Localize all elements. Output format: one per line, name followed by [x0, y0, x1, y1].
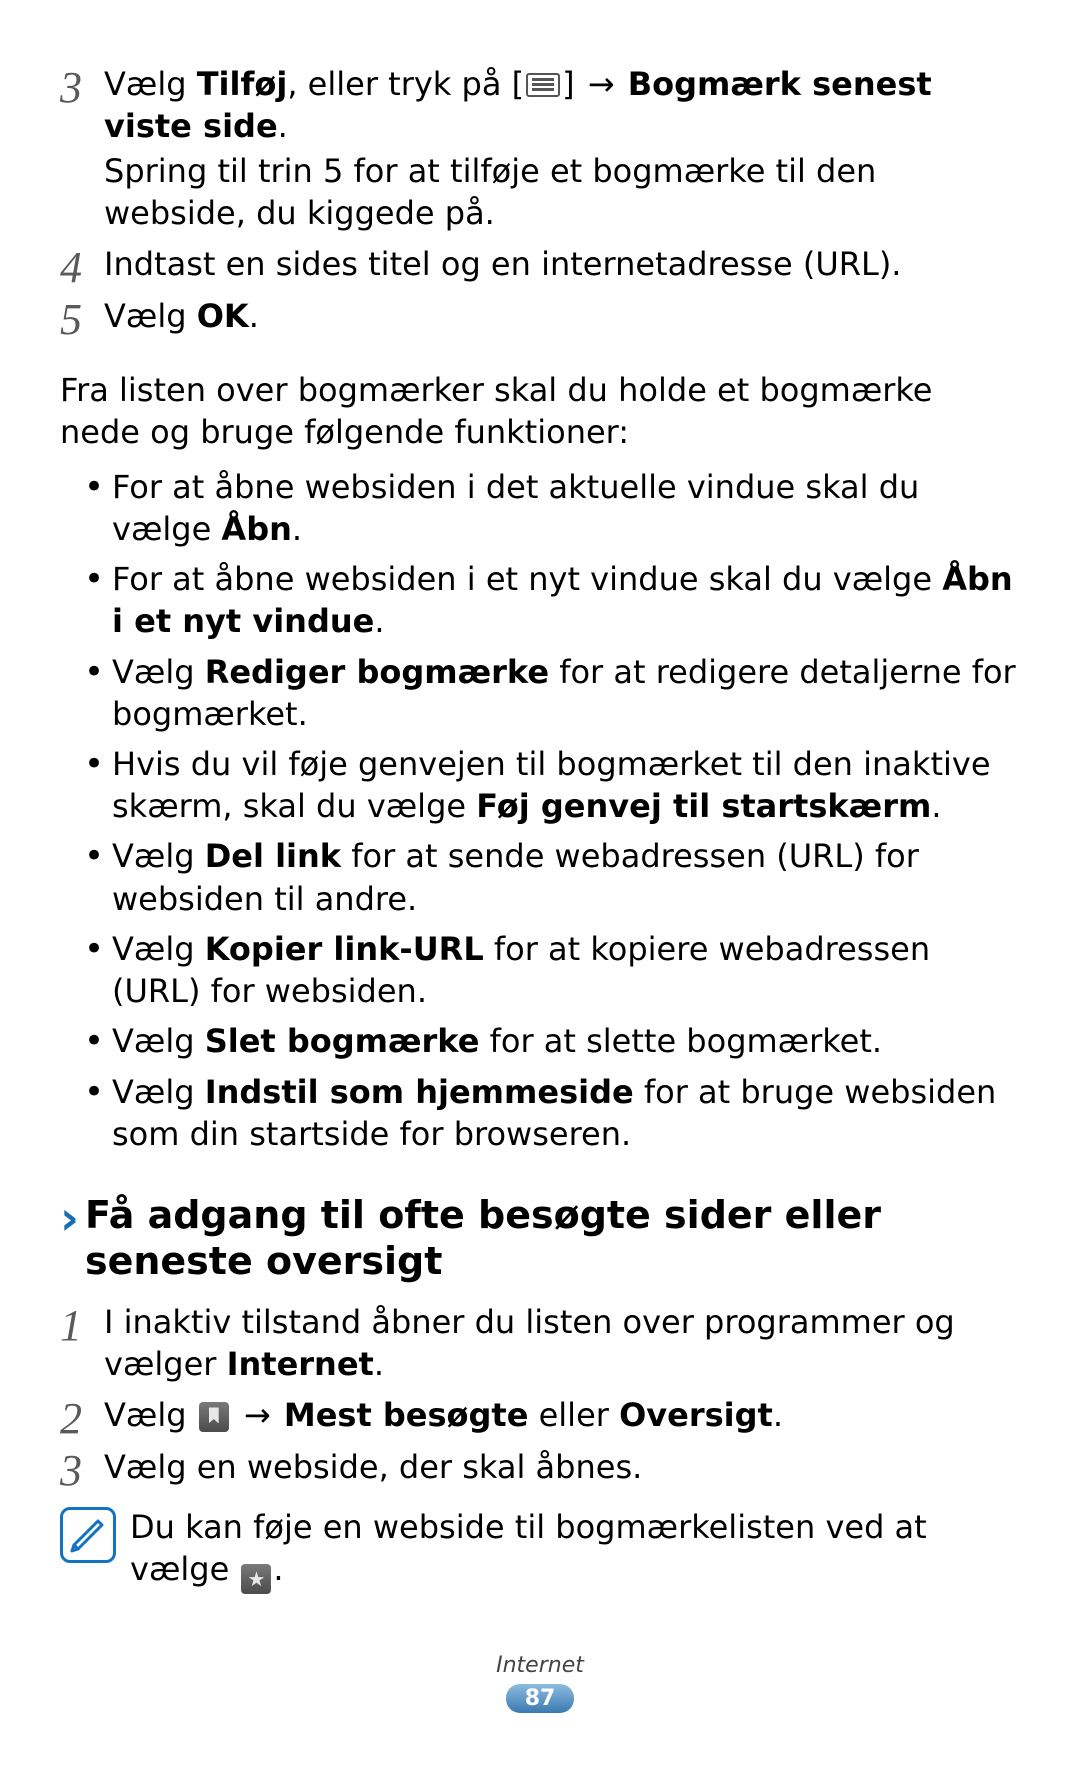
list-item: Vælg Indstil som hjemmeside for at bruge… [84, 1071, 1020, 1155]
list-item: Hvis du vil føje genvejen til bogmærket … [84, 743, 1020, 827]
text: Vælg [104, 65, 197, 103]
note-body: Du kan føje en webside til bogmærkeliste… [130, 1507, 1020, 1594]
text: Vælg [112, 930, 205, 968]
step-body: Indtast en sides titel og en internetadr… [104, 244, 1020, 290]
text: eller [528, 1396, 619, 1434]
note-block: Du kan føje en webside til bogmærkeliste… [60, 1507, 1020, 1594]
step-3: 3 Vælg Tilføj, eller tryk på [] → Bogmær… [60, 64, 1020, 238]
page-number: 87 [506, 1684, 574, 1713]
step-b3: 3 Vælg en webside, der skal åbnes. [60, 1447, 1020, 1493]
step-5: 5 Vælg OK. [60, 296, 1020, 342]
list-item: For at åbne websiden i et nyt vindue ska… [84, 558, 1020, 642]
arrow-icon: → [575, 65, 628, 103]
text-bold: Åbn [221, 510, 291, 548]
step-body: Vælg → Mest besøgte eller Oversigt. [104, 1395, 1020, 1441]
text-bold: Tilføj [197, 65, 288, 103]
step-body: I inaktiv tilstand åbner du listen over … [104, 1302, 1020, 1389]
text: Indtast en sides titel og en internetadr… [104, 245, 901, 283]
text: Vælg [112, 1022, 205, 1060]
step-number: 1 [60, 1302, 104, 1389]
step-body: Vælg Tilføj, eller tryk på [] → Bogmærk … [104, 64, 1020, 238]
text: ] [562, 65, 574, 103]
document-body: 3 Vælg Tilføj, eller tryk på [] → Bogmær… [60, 64, 1020, 1594]
text-bold: Kopier link-URL [205, 930, 484, 968]
section-heading: › Få adgang til ofte besøgte sider eller… [60, 1193, 1020, 1284]
text: Vælg [112, 653, 205, 691]
arrow-icon: → [231, 1396, 284, 1434]
step-number: 4 [60, 244, 104, 290]
text-bold: Del link [205, 837, 341, 875]
list-item: Vælg Kopier link-URL for at kopiere weba… [84, 928, 1020, 1012]
step-body: Vælg en webside, der skal åbnes. [104, 1447, 1020, 1493]
step-b1: 1 I inaktiv tilstand åbner du listen ove… [60, 1302, 1020, 1389]
text: Vælg [112, 837, 205, 875]
text: . [931, 787, 941, 825]
text: , eller tryk på [ [287, 65, 524, 103]
text-bold: Oversigt [619, 1396, 773, 1434]
text-bold: Føj genvej til startskærm [476, 787, 931, 825]
text-bold: OK [197, 297, 249, 335]
bookmark-icon [199, 1402, 229, 1432]
bullet-list: For at åbne websiden i det aktuelle vind… [60, 466, 1020, 1156]
list-item: Vælg Rediger bogmærke for at redigere de… [84, 651, 1020, 735]
text: . [374, 1345, 384, 1383]
text: . [273, 1550, 283, 1588]
text: Vælg [104, 297, 197, 335]
text-bold: Indstil som hjemmeside [205, 1073, 634, 1111]
step-number: 3 [60, 64, 104, 238]
text: . [773, 1396, 783, 1434]
text: . [292, 510, 302, 548]
text: . [278, 107, 288, 145]
text: for at slette bogmærket. [479, 1022, 882, 1060]
text: Vælg [112, 1073, 205, 1111]
paragraph: Fra listen over bogmærker skal du holde … [60, 370, 1020, 453]
text-bold: Internet [227, 1345, 374, 1383]
page-footer: Internet 87 [0, 1653, 1080, 1713]
list-item: For at åbne websiden i det aktuelle vind… [84, 466, 1020, 550]
star-icon [241, 1564, 271, 1594]
step-number: 2 [60, 1395, 104, 1441]
step-number: 5 [60, 296, 104, 342]
list-item: Vælg Slet bogmærke for at slette bogmærk… [84, 1020, 1020, 1062]
note-icon [60, 1507, 116, 1563]
section-title: Få adgang til ofte besøgte sider eller s… [85, 1193, 1020, 1284]
step-b2: 2 Vælg → Mest besøgte eller Oversigt. [60, 1395, 1020, 1441]
text: For at åbne websiden i et nyt vindue ska… [112, 560, 942, 598]
text-bold: Rediger bogmærke [205, 653, 549, 691]
text: . [374, 602, 384, 640]
menu-icon [526, 73, 560, 97]
list-item: Vælg Del link for at sende webadressen (… [84, 835, 1020, 919]
text: Vælg [104, 1396, 197, 1434]
text: Spring til trin 5 for at tilføje et bogm… [104, 152, 876, 232]
step-body: Vælg OK. [104, 296, 1020, 342]
text: . [249, 297, 259, 335]
step-4: 4 Indtast en sides titel og en interneta… [60, 244, 1020, 290]
chapter-label: Internet [0, 1653, 1080, 1678]
step-number: 3 [60, 1447, 104, 1493]
text-bold: Mest besøgte [284, 1396, 529, 1434]
chevron-icon: › [60, 1195, 85, 1241]
text: Vælg en webside, der skal åbnes. [104, 1448, 642, 1486]
text-bold: Slet bogmærke [205, 1022, 480, 1060]
